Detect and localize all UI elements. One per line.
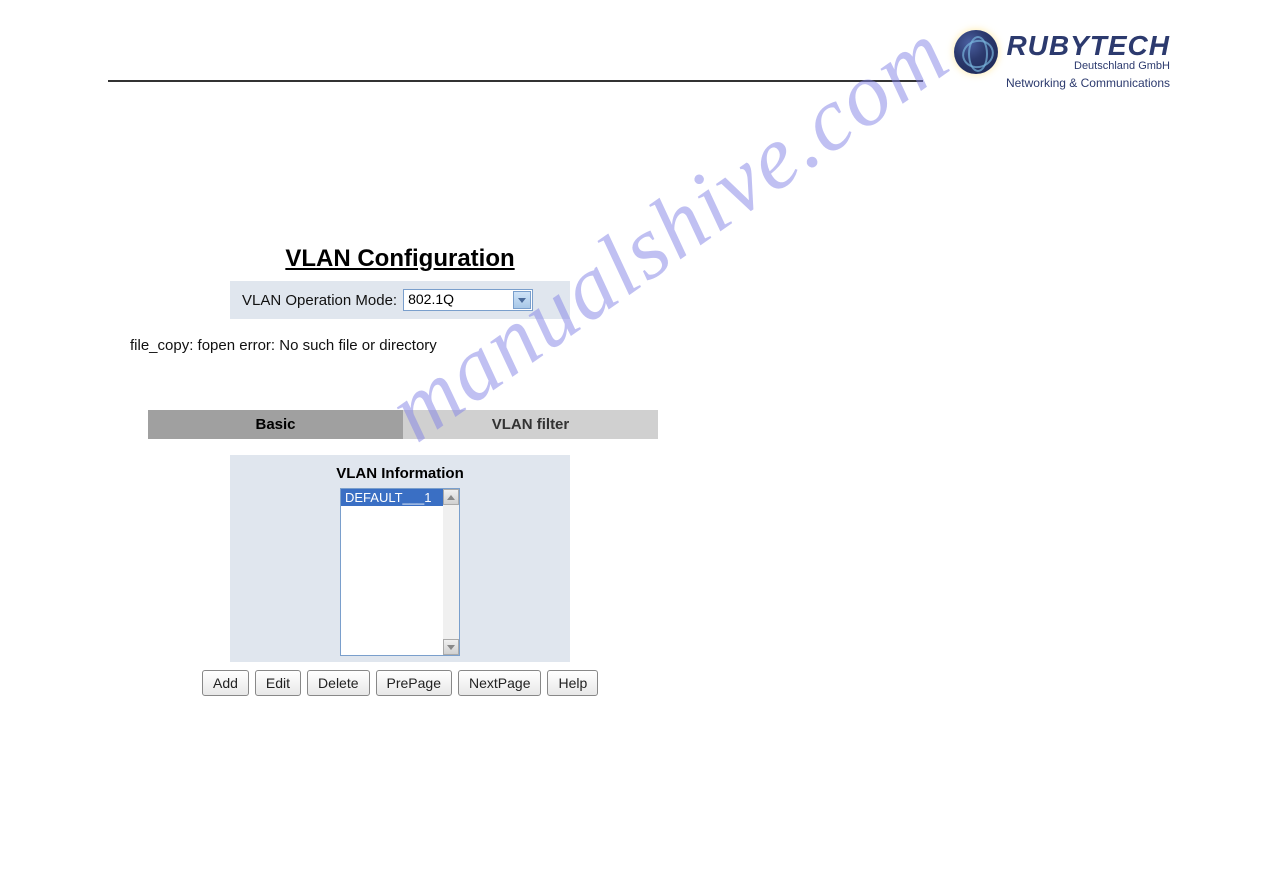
vlan-mode-select[interactable]: 802.1Q [403,289,533,311]
brand-logo: RUBYTECH Deutschland GmbH Networking & C… [954,30,1170,90]
scroll-down-icon[interactable] [443,639,459,655]
vlan-info-panel: VLAN Information DEFAULT___1 [230,455,570,662]
delete-button[interactable]: Delete [307,670,369,696]
brand-subtitle: Deutschland GmbH [1006,60,1170,72]
vlan-mode-label: VLAN Operation Mode: [242,292,397,309]
scroll-track[interactable] [443,505,459,639]
help-button[interactable]: Help [547,670,598,696]
main-content: VLAN Configuration VLAN Operation Mode: … [130,245,790,696]
header-divider [108,80,923,82]
error-message: file_copy: fopen error: No such file or … [130,337,790,354]
vlan-listbox[interactable]: DEFAULT___1 [340,488,460,656]
prepage-button[interactable]: PrePage [376,670,452,696]
scrollbar[interactable] [443,489,459,655]
chevron-down-icon [513,291,531,309]
list-item[interactable]: DEFAULT___1 [341,489,443,506]
add-button[interactable]: Add [202,670,249,696]
nextpage-button[interactable]: NextPage [458,670,541,696]
brand-name: RUBYTECH [1006,32,1170,60]
vlan-mode-value: 802.1Q [408,291,454,307]
brand-tagline: Networking & Communications [1006,76,1170,90]
tab-basic[interactable]: Basic [148,410,403,439]
tab-bar: Basic VLAN filter [148,410,658,439]
page-title: VLAN Configuration [230,245,570,273]
tab-vlan-filter[interactable]: VLAN filter [403,410,658,439]
button-row: Add Edit Delete PrePage NextPage Help [202,670,790,696]
globe-icon [954,30,998,74]
vlan-info-title: VLAN Information [336,465,464,482]
edit-button[interactable]: Edit [255,670,301,696]
vlan-mode-bar: VLAN Operation Mode: 802.1Q [230,281,570,319]
scroll-up-icon[interactable] [443,489,459,505]
